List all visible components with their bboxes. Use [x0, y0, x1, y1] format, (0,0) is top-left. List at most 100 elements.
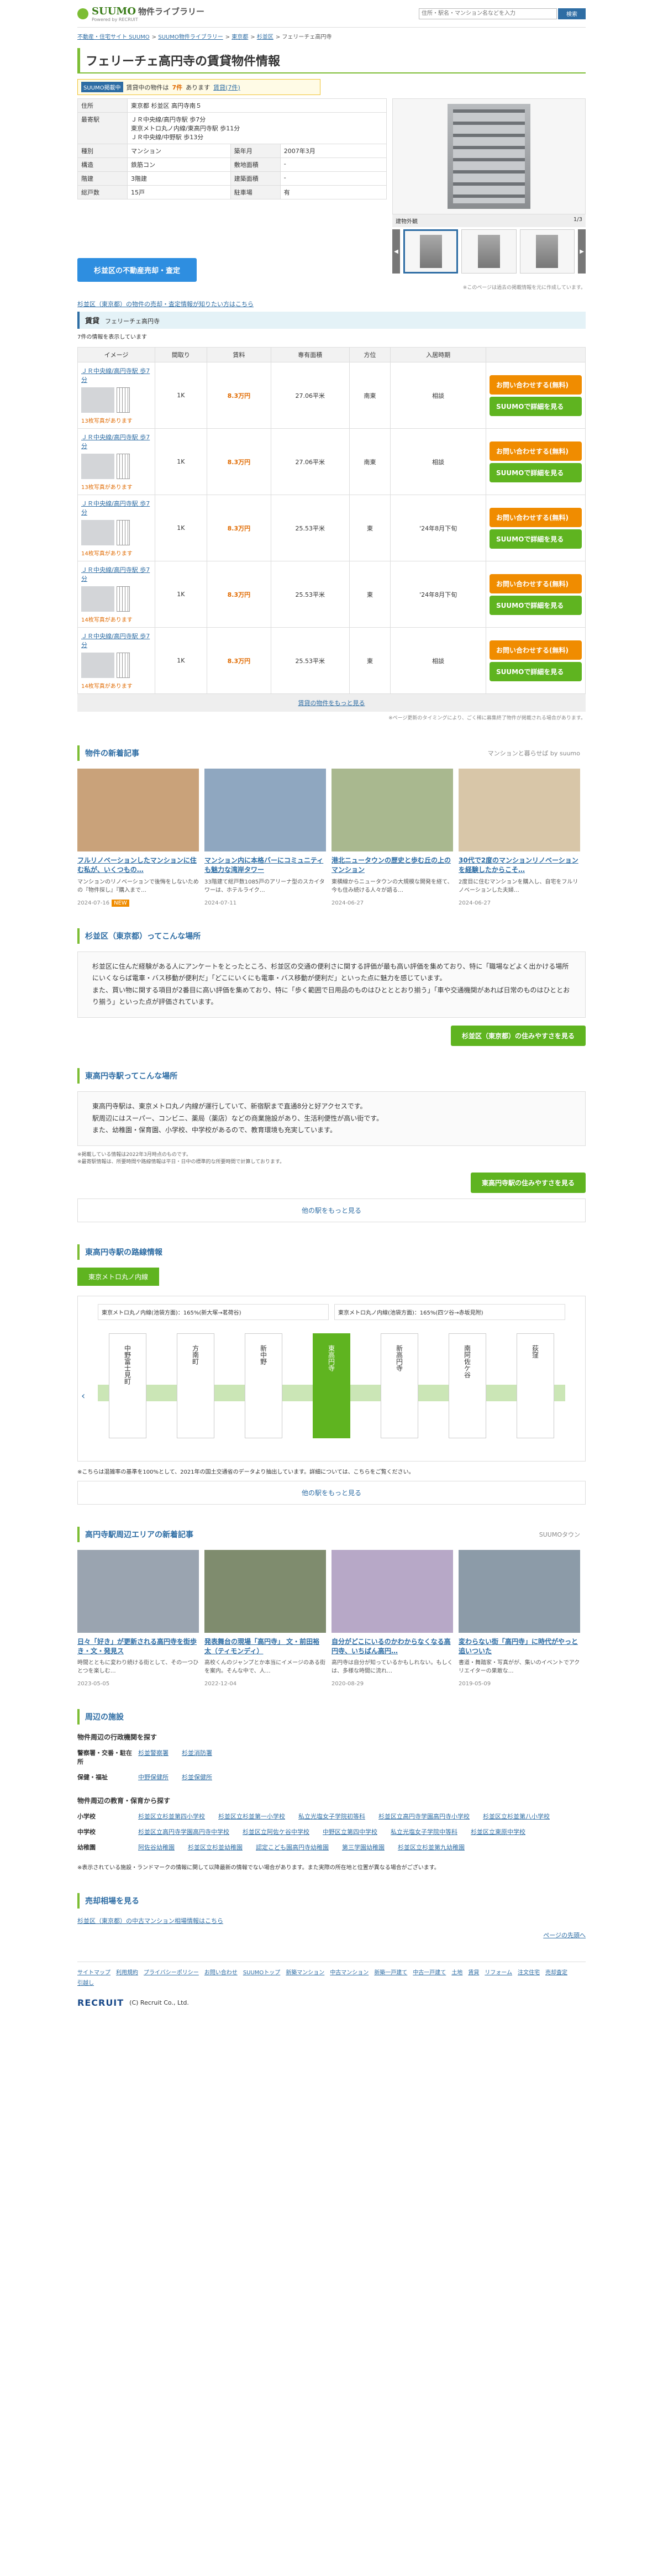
detail-button[interactable]: SUUMOで詳細を見る: [490, 529, 582, 549]
logo[interactable]: SUUMO 物件ライブラリー Powered by RECRUIT: [77, 6, 204, 22]
article-card[interactable]: 変わらない街「高円寺」に時代がやっと追いついた 書道・舞踏家・写真がが、集いのイベ…: [459, 1549, 580, 1687]
facility-link[interactable]: 杉並保健所: [182, 1773, 212, 1781]
facility-link[interactable]: 杉並区立杉並第一小学校: [218, 1812, 285, 1821]
facility-link[interactable]: 私立光塩女子学院初等科: [298, 1812, 365, 1821]
station-card[interactable]: 方南町: [177, 1333, 214, 1438]
breadcrumb-link[interactable]: 不動産・住宅サイト SUUMO: [77, 34, 150, 40]
station-link[interactable]: ＪＲ中央線/高円寺駅 歩7分: [81, 434, 150, 450]
article-title[interactable]: マンション内に本格バーにコミュニティも魅力な湾岸タワー: [204, 856, 326, 875]
more-rent-link[interactable]: 賃貸の物件をもっと見る: [77, 694, 586, 712]
station-card[interactable]: 荻窪: [517, 1333, 554, 1438]
thumbnail[interactable]: [461, 229, 517, 274]
article-title[interactable]: 発表舞台の現場「高円寺」 文・前田裕太（ティモンディ）: [204, 1637, 326, 1656]
article-card[interactable]: 30代で2度のマンションリノベーションを経験したからこそ… 2度目に住むマンション…: [459, 769, 580, 906]
article-title[interactable]: フルリノベーションしたマンションに住む私が、いくつもの…: [77, 856, 199, 875]
row-photos[interactable]: [81, 586, 151, 612]
thumbnail[interactable]: [519, 229, 575, 274]
detail-button[interactable]: SUUMOで詳細を見る: [490, 661, 582, 681]
facility-link[interactable]: 中野保健所: [138, 1773, 169, 1781]
detail-button[interactable]: SUUMOで詳細を見る: [490, 595, 582, 615]
facility-link[interactable]: 杉並警察署: [138, 1748, 169, 1766]
next-arrow-icon[interactable]: ▶: [578, 229, 586, 274]
footer-link[interactable]: 賃貸: [468, 1968, 479, 1976]
article-title[interactable]: 自分がどこにいるのかわからなくなる高円寺、いちばん高円…: [332, 1637, 453, 1656]
facility-link[interactable]: 杉並区立杉並第九幼稚園: [398, 1843, 465, 1852]
footer-link[interactable]: 利用規約: [116, 1968, 138, 1976]
footer-link[interactable]: プライバシーポリシー: [144, 1968, 199, 1976]
inquiry-button[interactable]: お問い合わせする(無料): [490, 640, 582, 660]
appraisal-button[interactable]: 杉並区の不動産売却・査定: [77, 258, 197, 282]
row-photos[interactable]: [81, 520, 151, 545]
facility-link[interactable]: 杉並区立高円寺学園高円寺小学校: [378, 1812, 470, 1821]
footer-link[interactable]: 土地: [451, 1968, 462, 1976]
thumbnail[interactable]: [403, 229, 459, 274]
detail-button[interactable]: SUUMOで詳細を見る: [490, 396, 582, 416]
facility-link[interactable]: 杉並区立杉並第八小学校: [483, 1812, 550, 1821]
footer-link[interactable]: 中古一戸建て: [413, 1968, 446, 1976]
search-input[interactable]: [419, 8, 557, 19]
search-button[interactable]: 検索: [558, 8, 586, 19]
article-card[interactable]: 港北ニュータウンの歴史と歩む丘の上のマンション 東横線からニュータウンの大規模な開…: [332, 769, 453, 906]
breadcrumb-link[interactable]: 杉並区: [257, 34, 273, 40]
article-card[interactable]: マンション内に本格バーにコミュニティも魅力な湾岸タワー 33階建て総戸数1085戸…: [204, 769, 326, 906]
article-title[interactable]: 日々「好き」が更新される高円寺を街歩き・文・発見ス: [77, 1637, 199, 1656]
facility-link[interactable]: 私立光塩女子学院中等科: [391, 1827, 457, 1836]
station-card[interactable]: 新高円寺: [381, 1333, 418, 1438]
facility-link[interactable]: 中野区立第四中学校: [323, 1827, 377, 1836]
station-card[interactable]: 新中野: [245, 1333, 282, 1438]
inquiry-button[interactable]: お問い合わせする(無料): [490, 375, 582, 395]
article-title[interactable]: 港北ニュータウンの歴史と歩む丘の上のマンション: [332, 856, 453, 875]
footer-link[interactable]: SUUMOトップ: [243, 1968, 281, 1976]
facility-link[interactable]: 杉並区立杉並幼稚園: [188, 1843, 243, 1852]
footer-link[interactable]: 新築マンション: [286, 1968, 324, 1976]
row-photos[interactable]: [81, 653, 151, 678]
footer-link[interactable]: 中古マンション: [330, 1968, 369, 1976]
station-button[interactable]: 東高円寺駅の住みやすさを見る: [470, 1172, 586, 1193]
station-link[interactable]: ＪＲ中央線/高円寺駅 歩7分: [81, 566, 150, 582]
article-title[interactable]: 変わらない街「高円寺」に時代がやっと追いついた: [459, 1637, 580, 1656]
footer-link[interactable]: 売却査定: [545, 1968, 567, 1976]
area-button[interactable]: 杉並区（東京都）の住みやすさを見る: [450, 1025, 586, 1046]
station-link[interactable]: ＪＲ中央線/高円寺駅 歩7分: [81, 500, 150, 516]
facility-link[interactable]: 杉並区立阿佐ケ谷中学校: [243, 1827, 309, 1836]
inquiry-button[interactable]: お問い合わせする(無料): [490, 574, 582, 593]
chevron-left-icon[interactable]: ‹: [81, 1390, 85, 1402]
facility-link[interactable]: 阿佐谷幼稚園: [138, 1843, 175, 1852]
facility-link[interactable]: 認定こども園高円寺幼稚園: [256, 1843, 329, 1852]
more-stations-link-2[interactable]: 他の駅をもっと見る: [77, 1480, 586, 1505]
badge-link[interactable]: 賃貸(7件): [213, 83, 240, 92]
detail-button[interactable]: SUUMOで詳細を見る: [490, 462, 582, 482]
footer-link[interactable]: お問い合わせ: [204, 1968, 238, 1976]
facility-link[interactable]: 杉並区立杉並第四小学校: [138, 1812, 205, 1821]
footer-link[interactable]: サイトマップ: [77, 1968, 110, 1976]
facility-link[interactable]: 杉並消防署: [182, 1748, 212, 1766]
appraisal-link[interactable]: 杉並区（東京都）の物件の売却・査定情報が知りたい方はこちら: [77, 301, 254, 308]
article-card[interactable]: 発表舞台の現場「高円寺」 文・前田裕太（ティモンディ） 高校くんのジャンプとか本当…: [204, 1549, 326, 1687]
row-photos[interactable]: [81, 454, 151, 479]
footer-link[interactable]: 新築一戸建て: [374, 1968, 407, 1976]
footer-link[interactable]: リフォーム: [485, 1968, 512, 1976]
more-stations-link[interactable]: 他の駅をもっと見る: [77, 1198, 586, 1222]
article-card[interactable]: 日々「好き」が更新される高円寺を街歩き・文・発見ス 時間とともに変わり続ける街とし…: [77, 1549, 199, 1687]
station-card[interactable]: 東高円寺: [313, 1333, 350, 1438]
line-tab[interactable]: 東京メトロ丸ノ内線: [77, 1267, 160, 1286]
article-card[interactable]: フルリノベーションしたマンションに住む私が、いくつもの… マンションのリノベーショ…: [77, 769, 199, 907]
facility-link[interactable]: 杉並区立高円寺学園高円寺中学校: [138, 1827, 229, 1836]
inquiry-button[interactable]: お問い合わせする(無料): [490, 507, 582, 527]
page-top-link[interactable]: ページの先頭へ: [543, 1932, 586, 1939]
station-card[interactable]: 中野富士見町: [109, 1333, 146, 1438]
main-photo[interactable]: [392, 98, 586, 214]
footer-link[interactable]: 注文住宅: [518, 1968, 540, 1976]
station-card[interactable]: 南阿佐ケ谷: [449, 1333, 486, 1438]
station-link[interactable]: ＪＲ中央線/高円寺駅 歩7分: [81, 367, 150, 383]
row-photos[interactable]: [81, 387, 151, 413]
article-card[interactable]: 自分がどこにいるのかわからなくなる高円寺、いちばん高円… 高円寺は自分が知っている…: [332, 1549, 453, 1687]
article-title[interactable]: 30代で2度のマンションリノベーションを経験したからこそ…: [459, 856, 580, 875]
facility-link[interactable]: 杉並区立東原中学校: [471, 1827, 525, 1836]
prev-arrow-icon[interactable]: ◀: [392, 229, 400, 274]
breadcrumb-link[interactable]: SUUMO物件ライブラリー: [158, 34, 223, 40]
facility-link[interactable]: 第三学園幼稚園: [342, 1843, 385, 1852]
station-link[interactable]: ＪＲ中央線/高円寺駅 歩7分: [81, 633, 150, 649]
footer-link[interactable]: 引越し: [77, 1978, 94, 1986]
breadcrumb-link[interactable]: 東京都: [231, 34, 248, 40]
